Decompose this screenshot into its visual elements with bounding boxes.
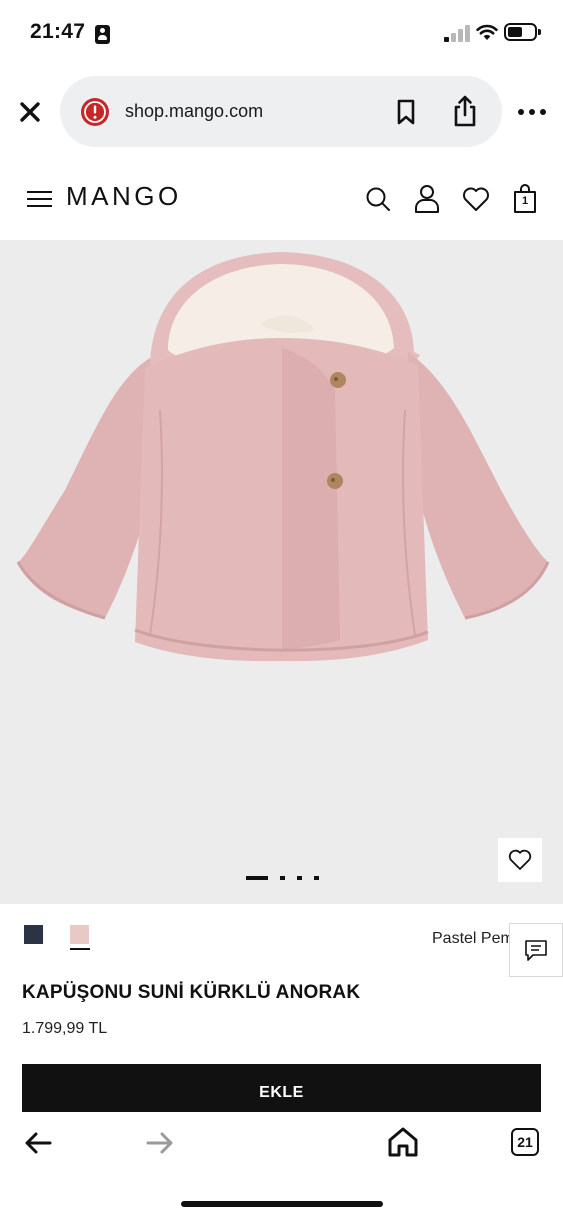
add-to-bag-button[interactable]: EKLE [22,1064,541,1114]
selected-swatch-indicator [70,948,90,950]
back-arrow-icon[interactable] [24,1130,52,1156]
browser-bar: shop.mango.com [0,66,563,158]
wifi-icon [476,24,498,40]
home-icon[interactable] [388,1126,418,1158]
shopping-bag-button[interactable]: 1 [513,184,537,214]
signal-bar [451,33,456,42]
id-card-icon [95,25,110,44]
product-image[interactable] [0,240,563,904]
signal-bar [465,25,470,42]
signal-bar [444,37,449,42]
product-title: KAPÜŞONU SUNİ KÜRKLÜ ANORAK [22,982,361,1003]
status-time: 21:47 [30,20,86,43]
heart-icon[interactable] [462,186,490,212]
site-header: MANGO 1 [0,158,563,240]
carousel-dots[interactable] [246,876,326,882]
carousel-dot[interactable] [314,876,319,880]
heart-icon [508,849,532,870]
tabs-button[interactable]: 21 [511,1128,539,1156]
browser-toolbar: 21 [0,1112,563,1218]
more-icon[interactable] [515,102,549,122]
bag-count-badge: 1 [521,195,529,207]
warning-icon[interactable] [80,97,110,127]
forward-arrow-icon[interactable] [146,1130,174,1156]
home-indicator [181,1201,383,1207]
url-text[interactable]: shop.mango.com [125,101,263,122]
chat-button[interactable] [509,923,563,977]
signal-icon [444,25,471,42]
close-button[interactable] [14,96,46,128]
color-swatch[interactable] [24,925,43,944]
product-gallery[interactable] [0,240,563,904]
battery-icon [504,23,541,41]
address-bar[interactable]: shop.mango.com [60,76,502,147]
product-info: Pastel Pembe KAPÜŞONU SUNİ KÜRKLÜ ANORAK… [0,904,563,1114]
share-icon[interactable] [451,94,479,128]
search-icon[interactable] [365,186,391,212]
status-bar: 21:47 [0,0,563,66]
signal-bar [458,29,463,42]
color-swatch[interactable] [70,925,89,944]
chat-icon [525,940,547,961]
product-price: 1.799,99 TL [22,1020,108,1037]
bookmark-icon[interactable] [394,98,418,126]
color-name: Pastel Pembe [432,930,510,947]
close-icon [20,102,40,122]
carousel-dot[interactable] [280,876,285,880]
tab-count: 21 [517,1134,533,1150]
account-icon[interactable] [414,184,440,214]
menu-icon[interactable] [26,188,53,210]
gallery-wishlist-button[interactable] [498,838,542,882]
brand-logo[interactable]: MANGO [66,181,182,212]
carousel-dot[interactable] [297,876,302,880]
carousel-dot-active[interactable] [246,876,268,880]
